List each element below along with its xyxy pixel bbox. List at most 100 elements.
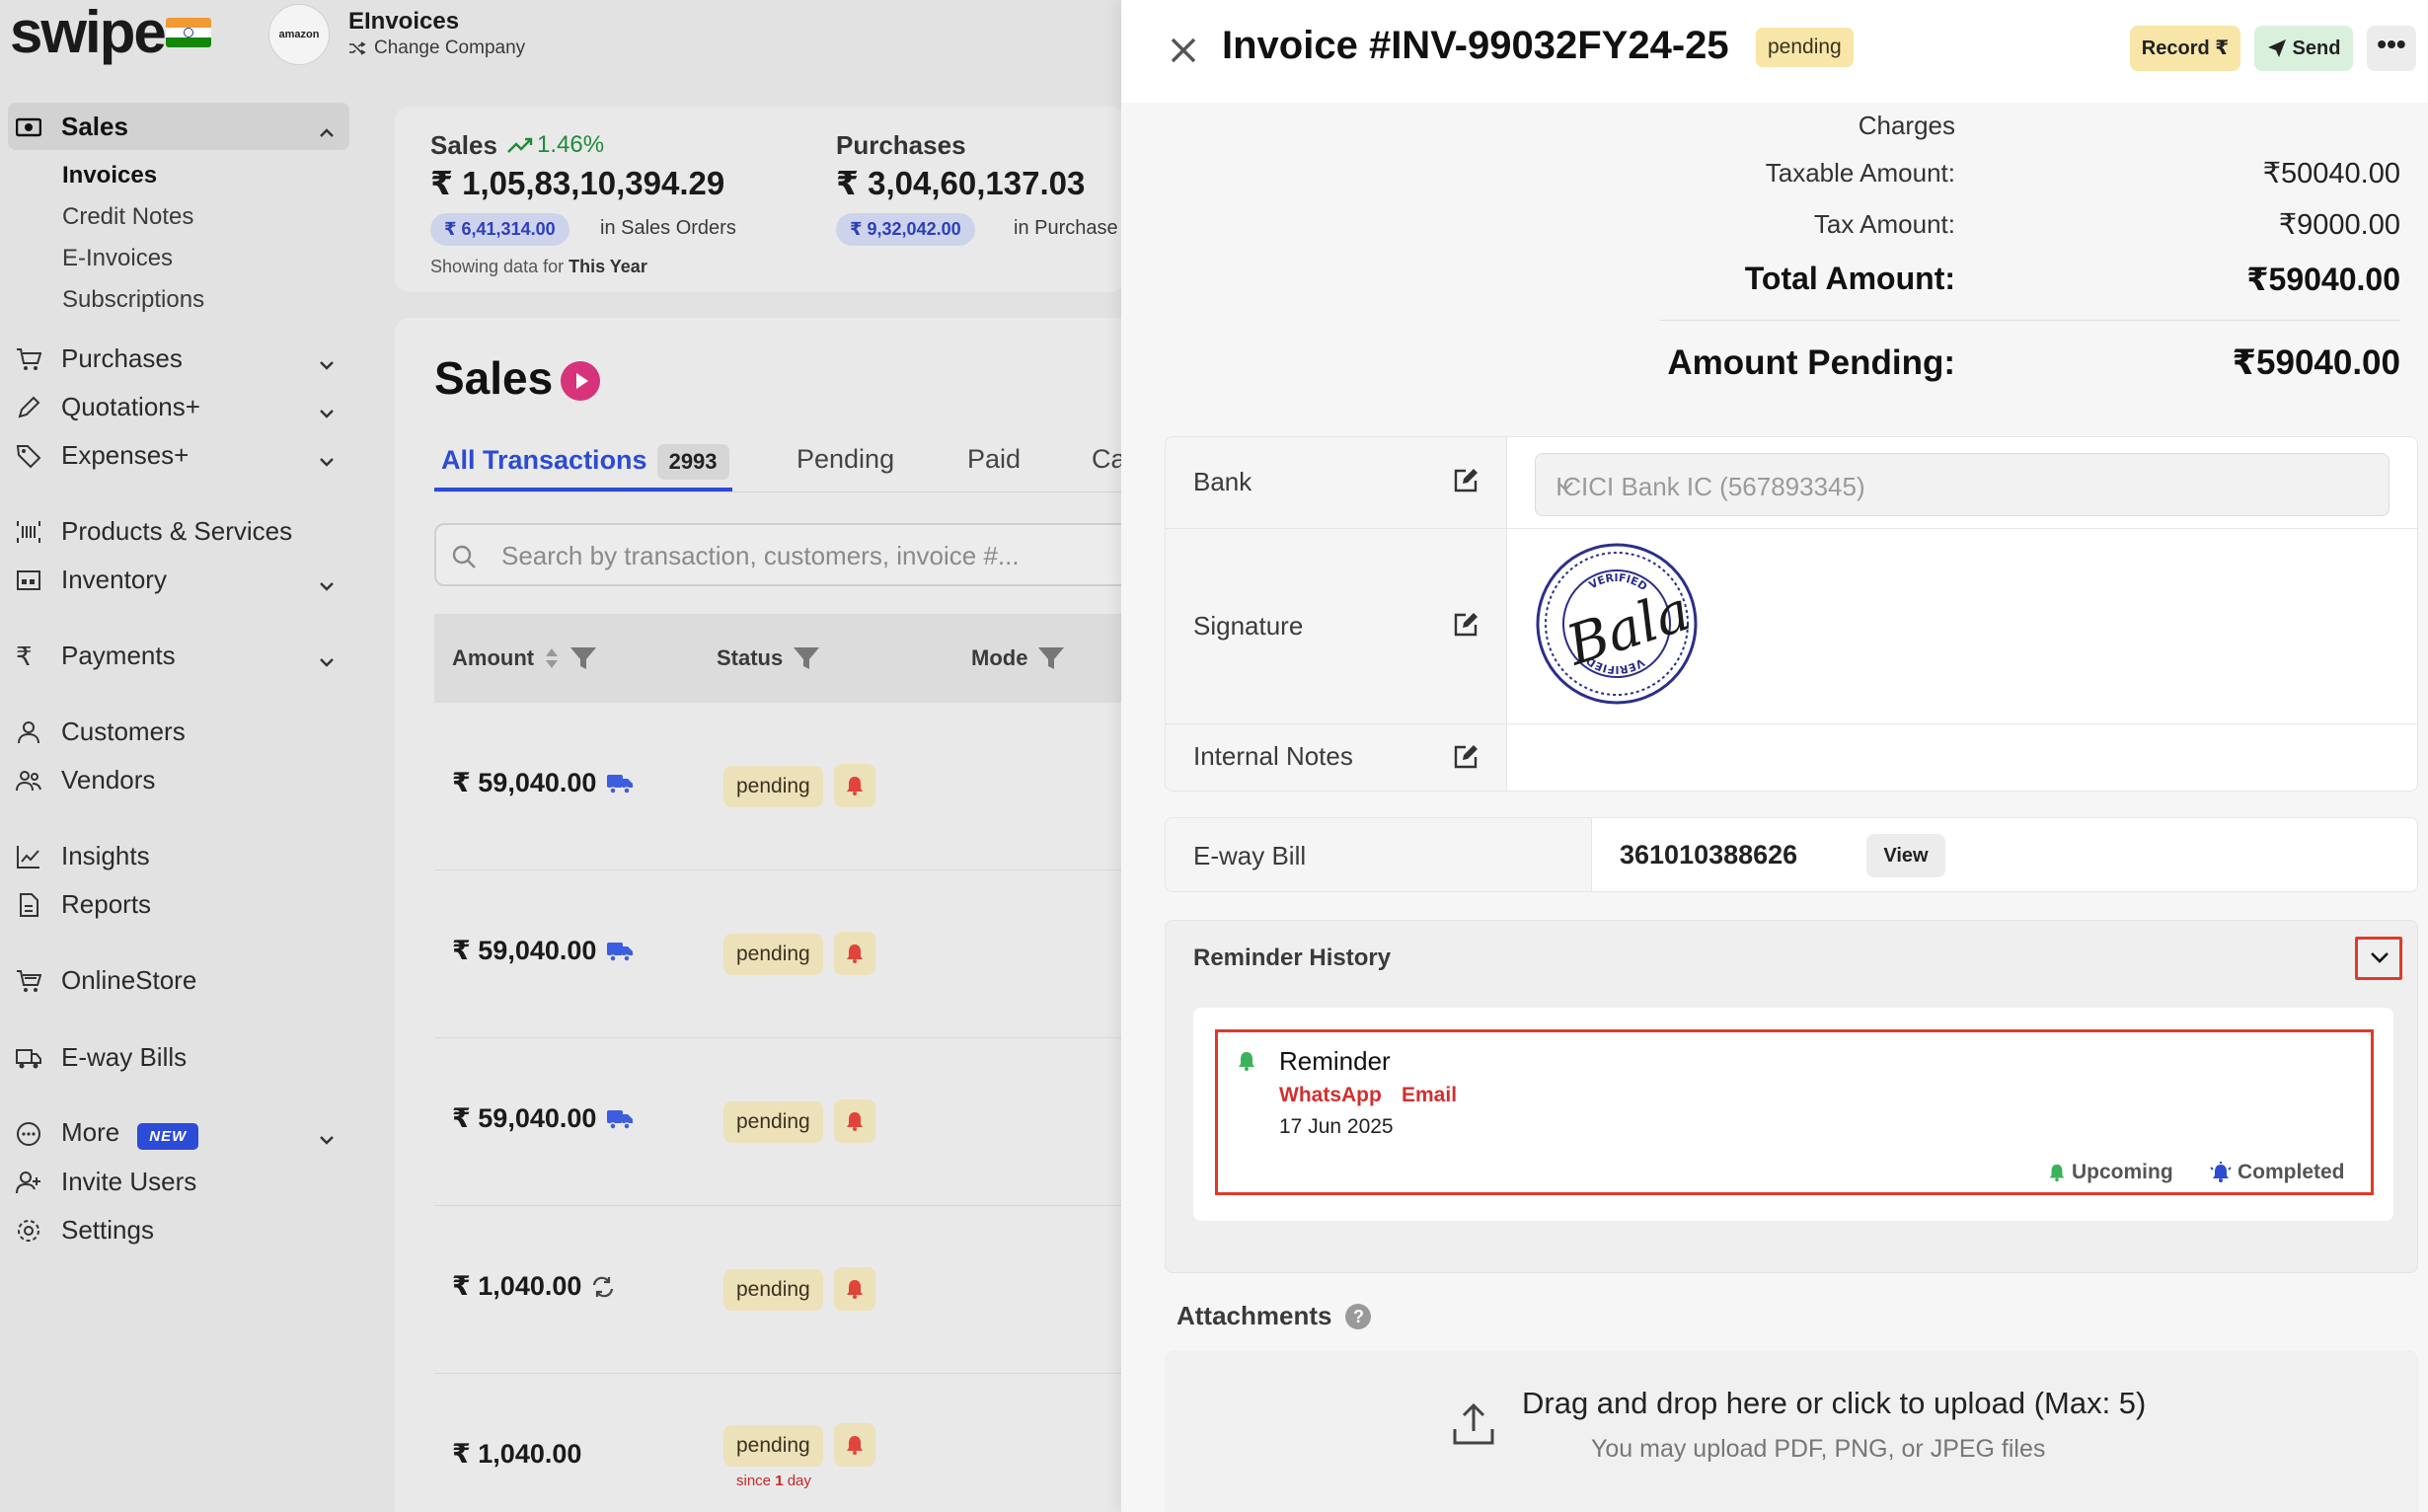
sidebar-item-inventory[interactable]: Inventory [0, 556, 351, 603]
sidebar-item-insights[interactable]: Insights [0, 832, 351, 879]
sidebar-item-vendors[interactable]: Vendors [0, 756, 351, 803]
sidebar-item-more[interactable]: More NEW [0, 1109, 351, 1157]
table-row[interactable]: ₹ 1,040.00 pending since 1 day [434, 1374, 1125, 1512]
sidebar-item-payments[interactable]: ₹ Payments [0, 632, 351, 679]
sidebar-item-label: Insights [61, 840, 150, 870]
sidebar-item-eway-bills[interactable]: E-way Bills [0, 1033, 351, 1081]
filter-icon[interactable] [1037, 645, 1065, 671]
edit-icon[interactable] [1452, 611, 1480, 639]
status-badge: pending [723, 1101, 823, 1143]
reminder-item[interactable]: Reminder WhatsApp Email 17 Jun 2025 Upco… [1215, 1029, 2374, 1195]
bank-select[interactable]: ICICI Bank IC (567893345) [1535, 453, 2390, 516]
sidebar-subitem-e-invoices[interactable]: E-Invoices [62, 245, 173, 272]
sidebar-subitem-subscriptions[interactable]: Subscriptions [62, 286, 204, 314]
reminder-history-section: Reminder History Reminder WhatsApp Email… [1165, 920, 2418, 1273]
row-amount: ₹ 1,040.00 [452, 1439, 581, 1470]
table-row[interactable]: ₹ 59,040.00 pending [434, 1038, 1125, 1206]
table-row[interactable]: ₹ 59,040.00 pending [434, 870, 1125, 1038]
column-mode[interactable]: Mode [971, 645, 1065, 671]
sidebar-item-invite-users[interactable]: Invite Users [0, 1158, 351, 1205]
more-options-button[interactable]: ••• [2367, 26, 2416, 71]
sidebar-item-reports[interactable]: Reports [0, 880, 351, 928]
close-icon[interactable] [1169, 36, 1198, 65]
sidebar-item-purchases[interactable]: Purchases [0, 335, 351, 382]
sidebar-item-label: Inventory [61, 564, 167, 594]
reminder-button[interactable] [834, 1099, 875, 1143]
data-period-prefix: Showing data for [430, 257, 565, 276]
legend-completed-label: Completed [2238, 1161, 2345, 1183]
sort-icon[interactable] [544, 646, 560, 670]
cart-icon [16, 346, 41, 372]
sidebar-item-label: More [61, 1116, 120, 1147]
purchase-orders-pill[interactable]: ₹ 9,32,042.00 [836, 213, 975, 246]
reminder-button[interactable] [834, 1267, 875, 1311]
reminder-button[interactable] [834, 764, 875, 807]
chevron-down-icon[interactable] [318, 447, 336, 467]
change-company-link[interactable]: Change Company [348, 38, 525, 59]
chevron-down-icon[interactable] [318, 571, 336, 591]
chevron-up-icon[interactable] [318, 118, 336, 137]
swipe-logo[interactable]: swipe [10, 0, 167, 65]
search-input[interactable]: Search by transaction, customers, invoic… [434, 523, 1145, 586]
search-placeholder: Search by transaction, customers, invoic… [501, 541, 1020, 570]
legend-upcoming: Upcoming [2047, 1161, 2173, 1184]
bell-icon [2047, 1163, 2067, 1182]
bell-ring-icon [2209, 1162, 2233, 1183]
reminder-button[interactable] [834, 932, 875, 975]
filter-icon[interactable] [569, 645, 597, 671]
total-amount-label: Total Amount: [1744, 261, 1955, 296]
invoice-details-card: Bank ICICI Bank IC (567893345) Signature… [1165, 436, 2418, 792]
tab-count-badge: 2993 [656, 444, 729, 480]
table-row[interactable]: ₹ 1,040.00 pending [434, 1206, 1125, 1374]
amount-value: ₹ 1,040.00 [452, 1271, 582, 1301]
edit-icon[interactable] [1452, 743, 1480, 771]
sidebar-subitem-invoices[interactable]: Invoices [62, 162, 157, 189]
company-name: EInvoices [348, 8, 460, 35]
chevron-down-icon[interactable] [318, 647, 336, 667]
sidebar-item-products-services[interactable]: Products & Services [0, 507, 351, 555]
upload-dropzone[interactable]: Drag and drop here or click to upload (M… [1165, 1350, 2418, 1512]
view-eway-button[interactable]: View [1866, 834, 1945, 877]
edit-icon[interactable] [1452, 467, 1480, 494]
sidebar-item-customers[interactable]: Customers [0, 708, 351, 755]
signature-seal-image: VERIFIED VERIFIED Bala [1535, 542, 1699, 706]
sidebar-item-sales[interactable]: Sales [8, 103, 349, 150]
send-button[interactable]: Send [2254, 26, 2353, 71]
sidebar-item-quotations[interactable]: Quotations+ [0, 383, 351, 430]
chevron-down-icon[interactable] [318, 350, 336, 370]
chevron-down-icon [1555, 476, 2369, 495]
sidebar-item-label: Expenses+ [61, 439, 190, 470]
data-period-value[interactable]: This Year [569, 257, 647, 276]
sidebar-item-settings[interactable]: Settings [0, 1206, 351, 1253]
record-payment-button[interactable]: Record ₹ [2130, 26, 2240, 71]
help-icon[interactable]: ? [1345, 1303, 1372, 1329]
sidebar-item-label: Customers [61, 716, 186, 746]
column-amount[interactable]: Amount [452, 645, 597, 671]
row-amount: ₹ 1,040.00 [452, 1271, 615, 1302]
play-video-icon[interactable] [561, 361, 600, 401]
sales-orders-pill[interactable]: ₹ 6,41,314.00 [430, 213, 569, 246]
chevron-down-icon [2370, 951, 2390, 965]
chevron-down-icon[interactable] [318, 1125, 336, 1145]
since-unit: day [787, 1473, 811, 1489]
reminder-history-toggle[interactable] [2355, 937, 2402, 980]
filter-icon[interactable] [793, 645, 820, 671]
sales-orders-label: in Sales Orders [600, 217, 736, 239]
tab-paid[interactable]: Paid [967, 444, 1021, 475]
chevron-down-icon[interactable] [318, 399, 336, 418]
reminder-channel-whatsapp: WhatsApp [1279, 1084, 1382, 1106]
sidebar-item-expenses[interactable]: Expenses+ [0, 431, 351, 479]
pencil-icon [16, 395, 41, 420]
sidebar-item-onlinestore[interactable]: OnlineStore [0, 956, 351, 1004]
invoice-detail-drawer: Invoice #INV-99032FY24-25 pending Record… [1121, 0, 2428, 1512]
tab-pending[interactable]: Pending [797, 444, 894, 475]
reminder-button[interactable] [834, 1423, 875, 1467]
company-avatar[interactable]: amazon [268, 4, 330, 65]
sidebar-item-label: Products & Services [61, 515, 293, 546]
attachments-heading: Attachments ? [1176, 1301, 1372, 1331]
table-row[interactable]: ₹ 59,040.00 pending [434, 703, 1125, 870]
tab-all-transactions[interactable]: All Transactions 2993 [441, 444, 729, 480]
sidebar-subitem-credit-notes[interactable]: Credit Notes [62, 203, 193, 231]
column-status[interactable]: Status [717, 645, 820, 671]
legend-upcoming-label: Upcoming [2072, 1161, 2173, 1183]
